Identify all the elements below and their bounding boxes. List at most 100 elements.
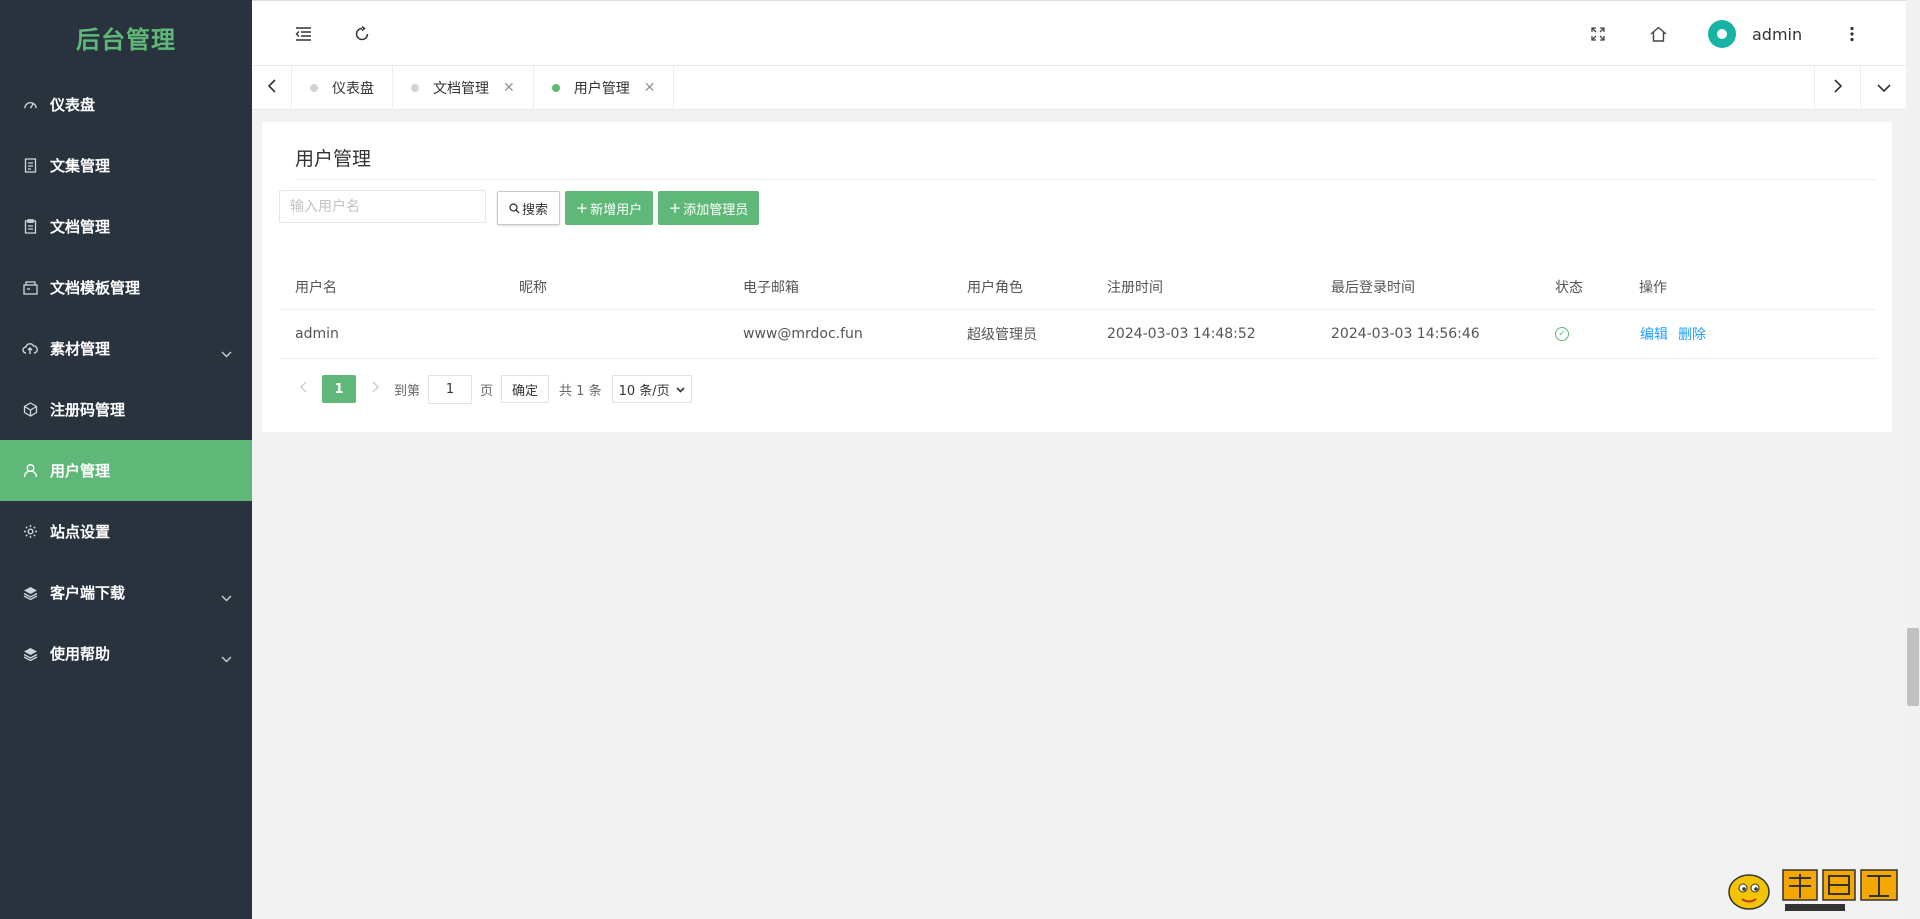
sidebar-item-materials[interactable]: 素材管理 (0, 318, 252, 379)
search-input[interactable] (279, 190, 486, 223)
tab-dot (551, 84, 560, 92)
chevron-left-icon (267, 79, 276, 97)
chevron-right-icon (1833, 79, 1842, 97)
plus-icon: + (668, 199, 682, 217)
chevron-down-icon (221, 588, 232, 606)
sidebar-item-client-download[interactable]: 客户端下载 (0, 562, 252, 623)
tab-label: 仪表盘 (332, 81, 374, 97)
chevron-down-icon (1876, 80, 1891, 96)
prev-page-icon[interactable] (292, 381, 314, 397)
sidebar-item-label: 注册码管理 (50, 401, 126, 419)
tab-docs[interactable]: 文档管理 ✕ (393, 66, 534, 110)
divider (295, 179, 1877, 180)
sidebar-item-label: 站点设置 (50, 523, 111, 541)
add-user-button[interactable]: + 新增用户 (565, 191, 653, 225)
layers-icon (22, 646, 38, 662)
tab-dashboard[interactable]: 仪表盘 (292, 66, 393, 110)
column-header[interactable]: 昵称 (519, 264, 547, 309)
goto-label: 到第 (394, 383, 421, 399)
current-page[interactable]: 1 (322, 375, 356, 403)
watermark-logo (1725, 862, 1915, 914)
edit-link[interactable]: 编辑 (1640, 324, 1668, 344)
column-header[interactable]: 注册时间 (1107, 264, 1163, 309)
tab-scroll-left-button[interactable] (252, 66, 292, 110)
sidebar-item-dashboard[interactable]: 仪表盘 (0, 74, 252, 135)
cell-registered: 2024-03-03 14:48:52 (1107, 326, 1256, 342)
page-title: 用户管理 (295, 148, 372, 170)
menu-fold-icon[interactable] (288, 19, 318, 49)
search-icon (509, 202, 520, 214)
avatar (1708, 20, 1736, 48)
tab-label: 文档管理 (433, 81, 489, 97)
tab-dot (411, 84, 419, 92)
pagination: 1 到第 页 确定 共 1 条 10 条/页 (292, 374, 692, 404)
dashboard-icon (22, 97, 38, 113)
tab-menu-button[interactable] (1860, 66, 1906, 110)
scrollbar-track[interactable] (1906, 0, 1920, 919)
search-button[interactable]: 搜索 (497, 191, 560, 225)
sidebar-item-label: 素材管理 (50, 340, 111, 358)
top-header: admin (252, 0, 1906, 66)
sidebar: 后台管理 仪表盘 文集管理 文档管理 文档模板管理 素材管理 注册码管理 用户管… (0, 0, 252, 919)
sidebar-item-label: 文档模板管理 (50, 279, 141, 297)
sidebar-item-users[interactable]: 用户管理 (0, 440, 252, 501)
column-header[interactable]: 最后登录时间 (1331, 264, 1415, 309)
layers-icon (22, 585, 38, 601)
page-size-value: 10 条/页 (618, 383, 670, 399)
template-icon (22, 280, 38, 296)
add-admin-button[interactable]: + 添加管理员 (658, 191, 759, 225)
close-icon[interactable]: ✕ (503, 80, 515, 96)
column-header[interactable]: 用户名 (295, 264, 337, 309)
search-button-label: 搜索 (521, 202, 548, 218)
table-row: admin www@mrdoc.fun 超级管理员 2024-03-03 14:… (279, 310, 1877, 359)
user-menu[interactable]: admin (1708, 18, 1802, 50)
column-header[interactable]: 操作 (1639, 264, 1667, 309)
delete-link[interactable]: 删除 (1678, 324, 1706, 344)
column-header[interactable]: 电子邮箱 (743, 264, 799, 309)
sidebar-item-templates[interactable]: 文档模板管理 (0, 257, 252, 318)
next-page-icon[interactable] (364, 381, 386, 397)
column-header[interactable]: 用户角色 (967, 264, 1023, 309)
sidebar-item-label: 文档管理 (50, 218, 111, 236)
page-size-select[interactable]: 10 条/页 (611, 375, 692, 403)
fullscreen-icon[interactable] (1583, 19, 1613, 49)
cell-email: www@mrdoc.fun (743, 326, 863, 342)
goto-confirm-button[interactable]: 确定 (501, 375, 550, 403)
more-vertical-icon[interactable] (1837, 19, 1867, 49)
username: admin (1752, 24, 1803, 44)
refresh-icon[interactable] (347, 19, 377, 49)
user-icon (22, 463, 38, 479)
sidebar-item-help[interactable]: 使用帮助 (0, 623, 252, 684)
scrollbar-thumb[interactable] (1907, 628, 1919, 706)
sidebar-item-settings[interactable]: 站点设置 (0, 501, 252, 562)
app-logo[interactable]: 后台管理 (0, 0, 252, 74)
sidebar-item-label: 使用帮助 (50, 645, 111, 663)
cell-role: 超级管理员 (967, 327, 1037, 343)
total-count: 共 1 条 (559, 383, 602, 399)
home-icon[interactable] (1643, 19, 1673, 49)
tab-scroll-right-button[interactable] (1814, 66, 1860, 110)
sidebar-item-label: 用户管理 (50, 462, 111, 480)
cube-icon (22, 402, 38, 418)
tab-dot (310, 84, 318, 92)
users-table: 用户名 昵称 电子邮箱 用户角色 注册时间 最后登录时间 状态 操作 admin… (279, 264, 1877, 359)
tabs: 仪表盘 文档管理 ✕ 用户管理 ✕ (292, 66, 675, 110)
chevron-down-icon (676, 382, 685, 397)
sidebar-item-label: 文集管理 (50, 157, 111, 175)
goto-page-input[interactable] (428, 374, 473, 404)
gear-icon (22, 524, 38, 540)
tab-users[interactable]: 用户管理 ✕ (534, 66, 675, 110)
cell-username: admin (295, 326, 339, 342)
sidebar-item-label: 仪表盘 (50, 96, 96, 114)
plus-icon: + (575, 199, 589, 217)
tab-label: 用户管理 (573, 81, 630, 97)
page-suffix: 页 (480, 383, 494, 399)
close-icon[interactable]: ✕ (644, 80, 656, 96)
cell-status: ✓ (1555, 310, 1569, 358)
sidebar-item-regcodes[interactable]: 注册码管理 (0, 379, 252, 440)
add-user-label: 新增用户 (590, 202, 643, 218)
chevron-down-icon (221, 649, 232, 667)
sidebar-item-docs[interactable]: 文档管理 (0, 196, 252, 257)
column-header[interactable]: 状态 (1555, 264, 1583, 309)
sidebar-item-collections[interactable]: 文集管理 (0, 135, 252, 196)
